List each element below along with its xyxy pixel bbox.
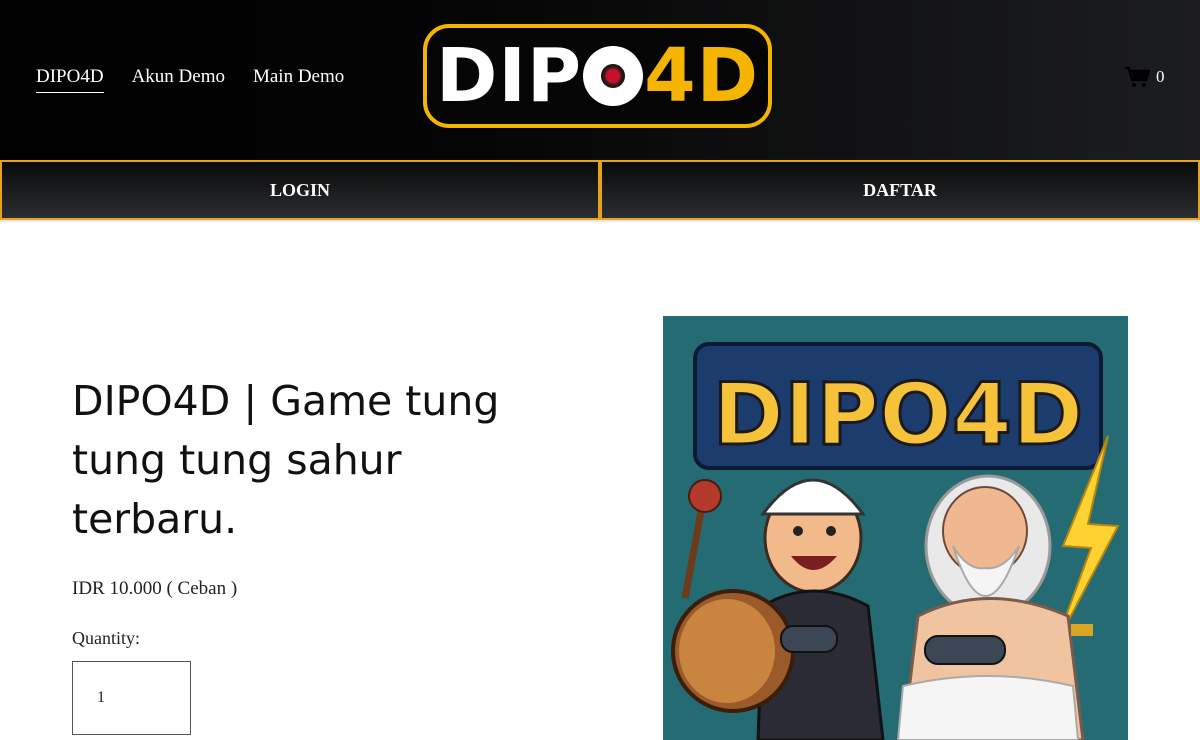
logo-text-part1: DIP <box>435 33 583 119</box>
main-nav: DIPO4D Akun Demo Main Demo <box>36 66 344 93</box>
logo-text-part2: 4D <box>644 33 760 119</box>
auth-button-bar: LOGIN DAFTAR <box>0 160 1200 223</box>
site-header: DIPO4D Akun Demo Main Demo DIP 4D 0 <box>0 0 1200 160</box>
cart-link[interactable]: 0 <box>1124 66 1165 88</box>
nav-item-main-demo[interactable]: Main Demo <box>253 66 344 93</box>
cart-icon <box>1125 66 1150 87</box>
product-image[interactable]: DIPO4D <box>663 316 1128 740</box>
nav-item-akun-demo[interactable]: Akun Demo <box>132 66 225 93</box>
login-button[interactable]: LOGIN <box>0 160 600 220</box>
site-logo[interactable]: DIP 4D <box>423 24 772 128</box>
logo-text: DIP 4D <box>436 39 759 113</box>
image-banner-text: DIPO4D <box>713 365 1084 465</box>
quantity-input[interactable] <box>72 661 191 735</box>
cart-count: 0 <box>1156 67 1165 86</box>
product-title: DIPO4D | Game tung tung tung sahur terba… <box>72 377 500 543</box>
product-price: IDR 10.000 ( Ceban ) <box>72 578 238 599</box>
nav-item-dipo4d[interactable]: DIPO4D <box>36 66 104 93</box>
quantity-label: Quantity: <box>72 628 140 648</box>
logo-o-emblem <box>583 46 644 106</box>
daftar-button[interactable]: DAFTAR <box>600 160 1200 220</box>
